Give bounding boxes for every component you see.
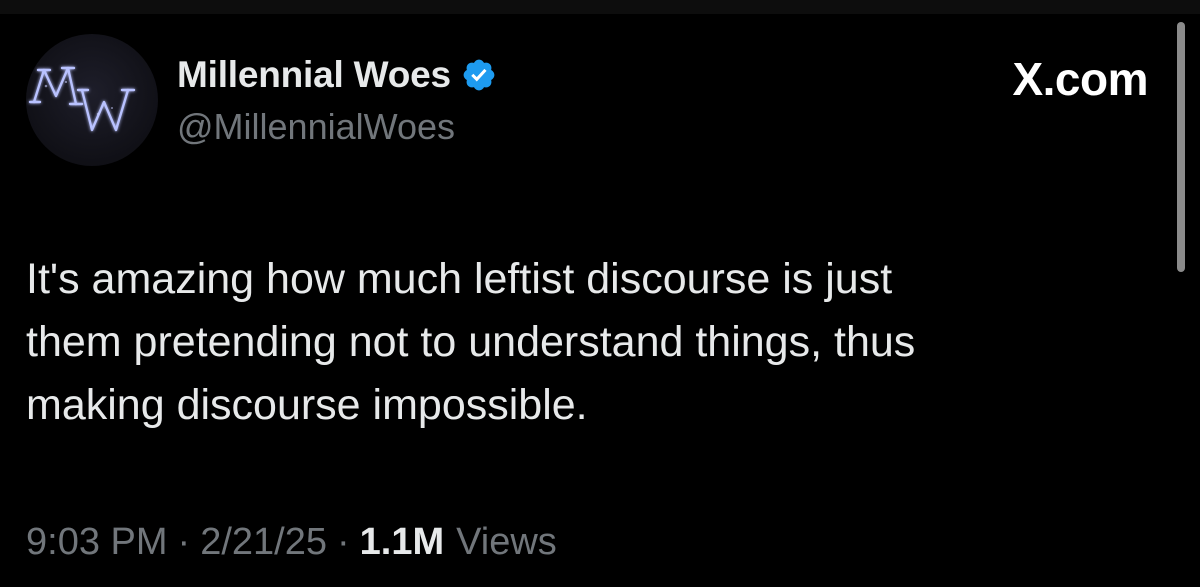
meta-separator: · <box>177 520 191 563</box>
avatar[interactable] <box>26 34 158 166</box>
tweet-text: It's amazing how much leftist discourse … <box>26 255 916 429</box>
author-handle[interactable]: @MillennialWoes <box>177 106 455 148</box>
tweet-date[interactable]: 2/21/25 <box>200 521 327 564</box>
views-label[interactable]: Views <box>456 521 557 564</box>
author-name-row[interactable]: Millennial Woes <box>177 52 497 98</box>
views-count[interactable]: 1.1M <box>360 521 444 564</box>
avatar-logo-icon <box>28 66 136 132</box>
verified-badge-icon[interactable] <box>461 57 497 93</box>
brand-label: X.com <box>1012 53 1148 105</box>
meta-separator: · <box>336 520 350 563</box>
top-strip <box>0 0 1200 14</box>
tweet-time[interactable]: 9:03 PM <box>26 521 168 564</box>
tweet-meta: 9:03 PM · 2/21/25 · 1.1M Views <box>26 518 557 566</box>
author-display-name[interactable]: Millennial Woes <box>177 54 451 96</box>
scrollbar[interactable] <box>1177 22 1185 272</box>
